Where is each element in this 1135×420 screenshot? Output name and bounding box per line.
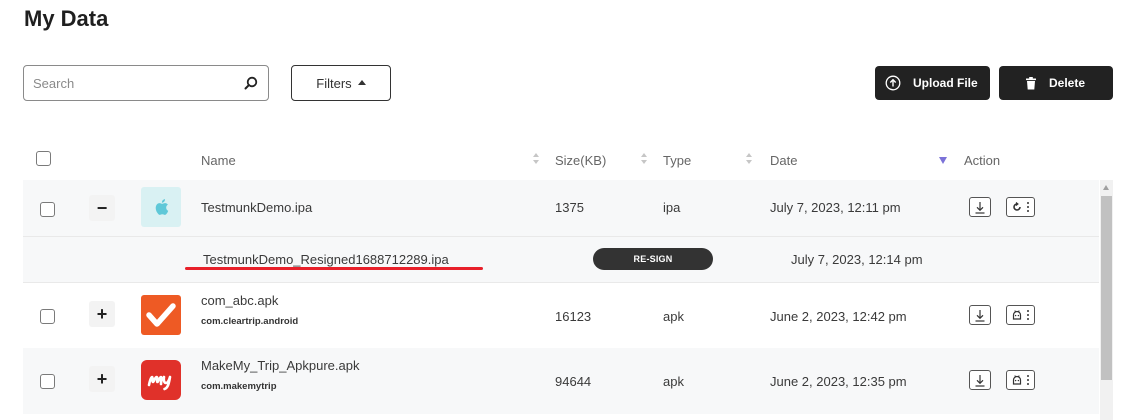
red-underline-annotation <box>185 267 483 270</box>
file-date: July 7, 2023, 12:11 pm <box>770 200 901 215</box>
expand-button[interactable]: + <box>89 366 115 392</box>
delete-label: Delete <box>1049 76 1086 90</box>
row-menu-button[interactable] <box>1006 370 1035 390</box>
android-icon <box>1012 310 1021 320</box>
file-name[interactable]: MakeMy_Trip_Apkpure.apk <box>201 358 359 373</box>
table-row[interactable]: − TestmunkDemo.ipa 1375 ipa July 7, 2023… <box>23 180 1099 236</box>
kebab-icon <box>1027 310 1030 320</box>
apple-icon <box>141 187 181 227</box>
resigned-file-name[interactable]: TestmunkDemo_Resigned1688712289.ipa <box>203 252 449 267</box>
file-type: apk <box>663 374 684 389</box>
resigned-file-date: July 7, 2023, 12:14 pm <box>791 252 923 267</box>
file-size: 1375 <box>555 200 584 215</box>
search-input[interactable] <box>24 66 224 100</box>
file-type: ipa <box>663 200 681 215</box>
table-header: Name Size(KB) Type Date Action <box>23 140 1113 178</box>
file-date: June 2, 2023, 12:42 pm <box>770 309 907 324</box>
file-size: 94644 <box>555 374 592 389</box>
row-checkbox[interactable] <box>40 309 55 324</box>
caret-up-icon <box>357 79 366 85</box>
search-icon[interactable] <box>244 76 258 90</box>
column-header-date[interactable]: Date <box>770 153 797 168</box>
makemytrip-icon <box>141 360 181 400</box>
download-button[interactable] <box>969 370 991 390</box>
file-type: apk <box>663 309 684 324</box>
upload-file-button[interactable]: Upload File <box>875 66 990 100</box>
file-date: June 2, 2023, 12:35 pm <box>770 374 907 389</box>
column-header-action: Action <box>964 153 1001 168</box>
download-icon <box>975 374 985 387</box>
kebab-icon <box>1027 375 1030 385</box>
collapse-button[interactable]: − <box>89 195 115 221</box>
download-icon <box>975 201 985 214</box>
android-icon <box>1012 375 1021 385</box>
delete-button[interactable]: Delete <box>999 66 1113 100</box>
page-title: My Data <box>24 6 109 31</box>
scroll-up-arrow-icon[interactable] <box>1103 185 1109 190</box>
cleartrip-icon <box>141 295 181 335</box>
resigned-subrow: TestmunkDemo_Resigned1688712289.ipa RE-S… <box>23 236 1099 282</box>
download-button[interactable] <box>969 305 991 325</box>
table-row[interactable]: + MakeMy_Trip_Apkpure.apk com.makemytrip… <box>23 348 1099 414</box>
resign-icon <box>1012 202 1021 211</box>
size-sort-icon[interactable] <box>641 153 648 165</box>
download-icon <box>975 309 985 322</box>
row-menu-button[interactable] <box>1006 305 1035 325</box>
upload-icon <box>885 75 901 91</box>
filters-button[interactable]: Filters <box>291 65 391 101</box>
file-name[interactable]: com_abc.apk <box>201 293 278 308</box>
search-box[interactable] <box>23 65 269 101</box>
download-button[interactable] <box>969 197 991 217</box>
row-menu-button[interactable] <box>1006 197 1035 217</box>
name-sort-icon[interactable] <box>533 153 540 165</box>
select-all-checkbox[interactable] <box>36 151 51 166</box>
table-row[interactable]: + com_abc.apk com.cleartrip.android 1612… <box>23 282 1099 348</box>
type-sort-icon[interactable] <box>746 153 753 165</box>
filters-label: Filters <box>316 75 352 91</box>
file-name[interactable]: TestmunkDemo.ipa <box>201 200 312 215</box>
upload-file-label: Upload File <box>913 76 978 90</box>
row-checkbox[interactable] <box>40 202 55 217</box>
expand-button[interactable]: + <box>89 301 115 327</box>
trash-icon <box>1025 76 1037 90</box>
resign-badge[interactable]: RE-SIGN <box>593 248 713 270</box>
kebab-icon <box>1027 202 1030 212</box>
date-sort-desc-icon[interactable] <box>939 157 947 164</box>
row-checkbox[interactable] <box>40 374 55 389</box>
package-name: com.makemytrip <box>201 381 277 392</box>
scroll-thumb[interactable] <box>1101 196 1112 380</box>
package-name: com.cleartrip.android <box>201 316 299 327</box>
column-header-type[interactable]: Type <box>663 153 691 168</box>
file-size: 16123 <box>555 309 592 324</box>
column-header-name[interactable]: Name <box>201 153 236 168</box>
column-header-size[interactable]: Size(KB) <box>555 153 606 168</box>
vertical-scrollbar[interactable] <box>1100 180 1113 420</box>
